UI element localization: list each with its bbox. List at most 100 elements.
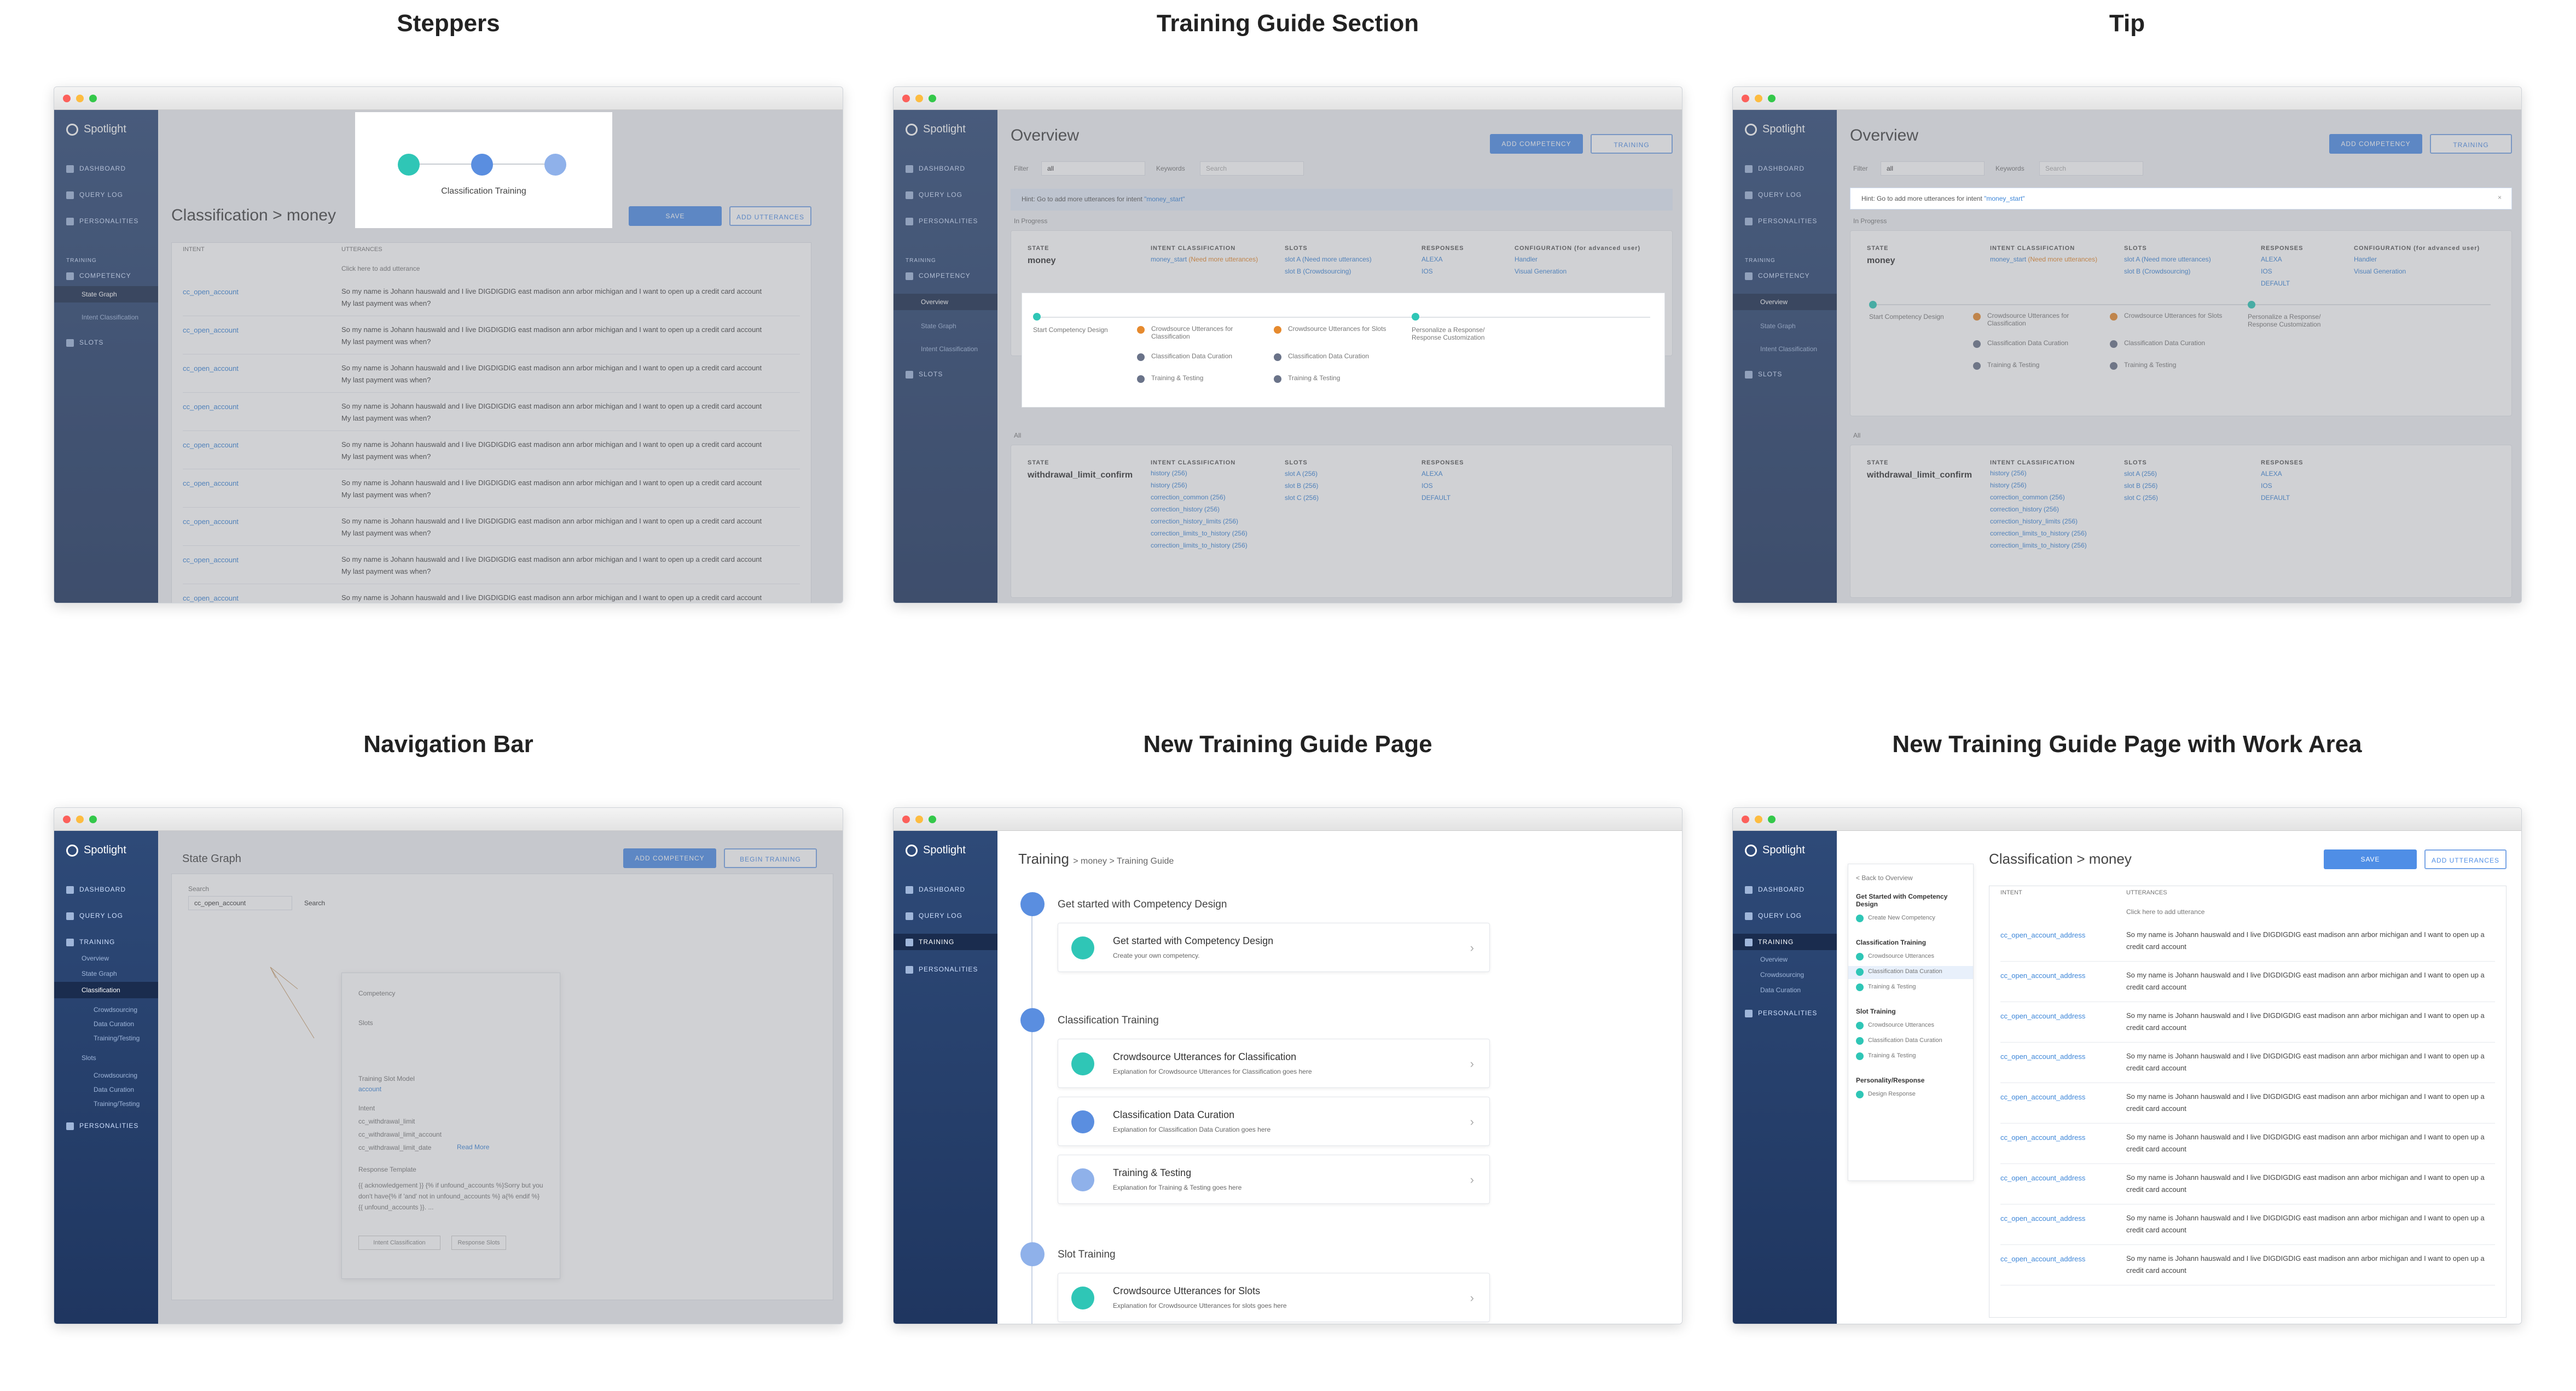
nav-query-log[interactable]: QUERY LOG (66, 912, 123, 920)
close-dot[interactable] (1742, 816, 1749, 823)
nav-dashboard[interactable]: DASHBOARD (906, 886, 965, 894)
guide-item[interactable]: Crowdsource Utterances for Classificatio… (1058, 1039, 1490, 1088)
intent-link[interactable]: cc_open_account_address (2000, 1052, 2085, 1061)
nav-personalities[interactable]: PERSONALITIES (1745, 1009, 1817, 1017)
guide-crowdsource-slots[interactable]: Crowdsource Utterances for Slots (1288, 325, 1392, 333)
chevron-right-icon: › (1470, 1291, 1474, 1305)
check-icon (1856, 968, 1864, 976)
panel-title: Navigation Bar (363, 731, 533, 758)
minimize-dot[interactable] (915, 95, 923, 102)
guide-training-testing[interactable]: Training & Testing (1151, 374, 1203, 382)
app-window: Spotlight DASHBOARD QUERY LOG TRAINING O… (1732, 807, 2522, 1324)
maximize-dot[interactable] (89, 816, 97, 823)
guide-step-link[interactable]: Crowdsource Utterances (1868, 953, 1934, 959)
guide-start[interactable]: Start Competency Design (1033, 326, 1108, 334)
nav-data-curation[interactable]: Data Curation (1760, 986, 1801, 994)
guide-data-curation[interactable]: Classification Data Curation (1151, 352, 1232, 360)
chevron-right-icon: › (1470, 1057, 1474, 1070)
table-row[interactable]: cc_open_account_address So my name is Joh… (2000, 1245, 2495, 1285)
nav-dashboard[interactable]: DASHBOARD (1745, 886, 1805, 894)
table-row[interactable]: cc_open_account_address So my name is Joh… (2000, 1204, 2495, 1245)
close-dot[interactable] (902, 816, 910, 823)
intent-link[interactable]: cc_open_account_address (2000, 1174, 2085, 1182)
guide-slot-curation[interactable]: Classification Data Curation (1288, 352, 1369, 360)
breadcrumb-training[interactable]: Training (1018, 851, 1069, 867)
nav-state-graph[interactable]: State Graph (82, 970, 117, 977)
nav-training[interactable]: TRAINING (1745, 938, 1794, 946)
table-row[interactable]: cc_open_account_address So my name is Joh… (2000, 1043, 2495, 1083)
guide-step-link[interactable]: Design Response (1868, 1091, 1916, 1097)
add-utterances-button[interactable]: ADD UTTERANCES (2424, 849, 2507, 869)
save-button[interactable]: SAVE (2324, 849, 2417, 869)
intent-link[interactable]: cc_open_account_address (2000, 931, 2085, 939)
nav-training-testing[interactable]: Training/Testing (94, 1100, 140, 1108)
guide-item[interactable]: Crowdsource Utterances for Slots Explanat… (1058, 1273, 1490, 1322)
guide-item[interactable]: Get started with Competency Design Create… (1058, 923, 1490, 972)
guide-step-link[interactable]: Crowdsource Utterances (1868, 1022, 1934, 1028)
nav-crowdsourcing[interactable]: Crowdsourcing (1760, 971, 1804, 979)
nav-crowdsourcing[interactable]: Crowdsourcing (94, 1072, 137, 1079)
nav-training-testing[interactable]: Training/Testing (94, 1034, 140, 1042)
table-row[interactable]: cc_open_account_address So my name is Joh… (2000, 1164, 2495, 1204)
table-row[interactable]: cc_open_account_address So my name is Joh… (2000, 1124, 2495, 1164)
maximize-dot[interactable] (1768, 816, 1776, 823)
intent-link[interactable]: cc_open_account_address (2000, 1093, 2085, 1101)
intent-link[interactable]: cc_open_account_address (2000, 1214, 2085, 1223)
intent-link[interactable]: cc_open_account_address (2000, 1012, 2085, 1020)
nav-data-curation[interactable]: Data Curation (94, 1086, 134, 1093)
guide-group-title: Slot Training (1856, 1008, 1896, 1015)
guide-step-link[interactable]: Training & Testing (1868, 1052, 1916, 1059)
minimize-dot[interactable] (1755, 95, 1762, 102)
guide-item[interactable]: Classification Data Curation Explanation … (1058, 1097, 1490, 1146)
slot-training-icon (1020, 1242, 1045, 1266)
guide-slot-testing[interactable]: Training & Testing (1288, 374, 1340, 382)
nav-training[interactable]: TRAINING (66, 938, 115, 946)
close-icon[interactable]: × (2498, 194, 2502, 201)
nav-dashboard[interactable]: DASHBOARD (66, 886, 126, 894)
training-icon (66, 938, 74, 946)
nav-crowdsourcing[interactable]: Crowdsourcing (94, 1006, 137, 1014)
spotlight-icon (1745, 844, 1757, 857)
minimize-dot[interactable] (915, 816, 923, 823)
close-dot[interactable] (902, 95, 910, 102)
guide-step-link[interactable]: Create New Competency (1868, 915, 1935, 921)
panel-title: Training Guide Section (1156, 10, 1419, 37)
maximize-dot[interactable] (929, 95, 936, 102)
add-utterance-input[interactable]: Click here to add utterance (2126, 908, 2204, 916)
table-row[interactable]: cc_open_account_address So my name is Joh… (2000, 921, 2495, 962)
minimize-dot[interactable] (76, 816, 84, 823)
guide-step-link[interactable]: Classification Data Curation (1868, 1037, 1942, 1044)
nav-query-log[interactable]: QUERY LOG (906, 912, 962, 920)
nav-data-curation[interactable]: Data Curation (94, 1020, 134, 1028)
maximize-dot[interactable] (89, 95, 97, 102)
maximize-dot[interactable] (1768, 95, 1776, 102)
intent-link[interactable]: cc_open_account_address (2000, 1133, 2085, 1142)
close-dot[interactable] (1742, 95, 1749, 102)
nav-slots[interactable]: Slots (82, 1054, 96, 1062)
intent-link[interactable]: cc_open_account_address (2000, 971, 2085, 980)
nav-personalities[interactable]: PERSONALITIES (906, 965, 978, 974)
guide-item[interactable]: Training & Testing Explanation for Traini… (1058, 1155, 1490, 1204)
close-dot[interactable] (63, 816, 71, 823)
stepper-popup: Classification Training (355, 112, 612, 228)
intent-link[interactable]: cc_open_account_address (2000, 1255, 2085, 1263)
nav-training[interactable]: TRAINING (906, 938, 954, 946)
back-link[interactable]: < Back to Overview (1856, 874, 1913, 882)
guide-step-link[interactable]: Classification Data Curation (1868, 968, 1942, 975)
nav-personalities[interactable]: PERSONALITIES (66, 1122, 138, 1130)
guide-crowdsource-classification[interactable]: Crowdsource Utterances for Classificatio… (1151, 325, 1255, 340)
nav-query-log[interactable]: QUERY LOG (1745, 912, 1802, 920)
nav-overview[interactable]: Overview (82, 955, 109, 962)
nav-classification[interactable]: Classification (82, 986, 120, 994)
table-row[interactable]: cc_open_account_address So my name is Joh… (2000, 1083, 2495, 1124)
nav-overview[interactable]: Overview (1760, 956, 1788, 963)
minimize-dot[interactable] (1755, 816, 1762, 823)
classification-step-icon (471, 154, 493, 176)
guide-step-link[interactable]: Training & Testing (1868, 983, 1916, 990)
maximize-dot[interactable] (929, 816, 936, 823)
table-row[interactable]: cc_open_account_address So my name is Joh… (2000, 962, 2495, 1002)
close-dot[interactable] (63, 95, 71, 102)
table-row[interactable]: cc_open_account_address So my name is Joh… (2000, 1002, 2495, 1043)
guide-personalize[interactable]: Personalize a Response/ Response Customi… (1412, 326, 1516, 341)
minimize-dot[interactable] (76, 95, 84, 102)
